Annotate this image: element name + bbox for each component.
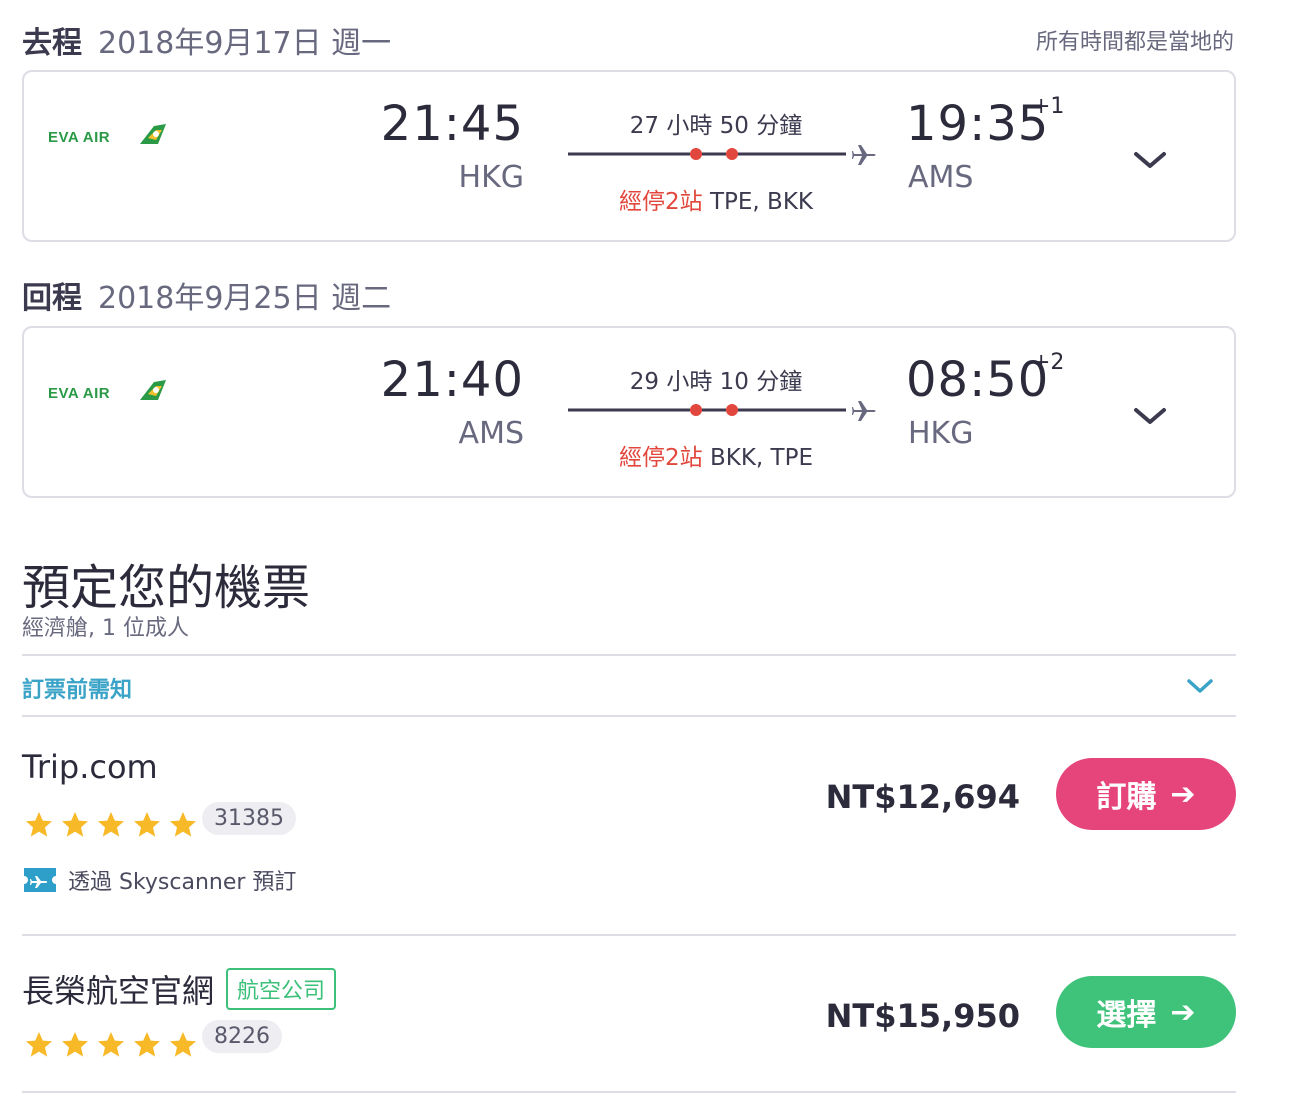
booking-subtitle: 經濟艙, 1 位成人	[22, 616, 189, 641]
inbound-flight-card[interactable]: EVA AIR 21:40 AMS 29 小時 10 分鐘 經停2站 BKK, …	[22, 326, 1236, 498]
plane-icon	[852, 145, 876, 165]
review-count[interactable]: 8226	[202, 1020, 282, 1053]
chevron-down-icon[interactable]	[1132, 404, 1168, 428]
chevron-down-icon[interactable]	[1186, 676, 1214, 696]
eva-air-logo: EVA AIR	[48, 124, 166, 146]
arrival-airport: AMS	[908, 160, 974, 195]
local-time-note: 所有時間都是當地的	[1035, 30, 1234, 55]
provider-name[interactable]: 長榮航空官網	[22, 966, 214, 1012]
star-icon	[98, 1032, 124, 1057]
divider	[22, 1091, 1236, 1093]
departure-airport: AMS	[458, 416, 524, 451]
booking-title: 預定您的機票	[22, 560, 311, 616]
outbound-date: 2018年9月17日 週一	[98, 26, 392, 61]
star-icon	[170, 1032, 196, 1057]
star-icon	[134, 812, 160, 837]
plane-icon	[852, 401, 876, 421]
review-count[interactable]: 31385	[202, 802, 296, 835]
stops-count: 經停2站	[619, 189, 703, 215]
via-text: 透過 Skyscanner 預訂	[68, 870, 297, 895]
arrival-time: 19:35	[906, 96, 1050, 152]
stops-count: 經停2站	[619, 445, 703, 471]
divider	[22, 934, 1236, 936]
star-icon	[170, 812, 196, 837]
outbound-heading: 去程 2018年9月17日 週一	[22, 18, 391, 62]
stops-airports: TPE, BKK	[702, 189, 813, 215]
day-offset: +1	[1032, 94, 1065, 119]
flight-duration: 27 小時 50 分鐘	[629, 113, 803, 139]
arrow-right-icon: ➔	[1170, 994, 1196, 1030]
provider-price: NT$15,950	[825, 997, 1020, 1035]
departure-airport: HKG	[458, 160, 524, 195]
arrival-time: 08:50	[906, 352, 1050, 408]
skyscanner-ticket-icon	[24, 868, 56, 892]
star-icon	[62, 1032, 88, 1057]
eva-air-logo: EVA AIR	[48, 380, 166, 402]
booking-notice-toggle[interactable]: 訂票前需知	[22, 672, 132, 704]
select-button[interactable]: 選擇 ➔	[1056, 976, 1236, 1048]
stops-airports: BKK, TPE	[702, 445, 813, 471]
inbound-label: 回程	[22, 281, 82, 316]
stops-info: 經停2站 BKK, TPE	[566, 438, 866, 472]
inbound-date: 2018年9月25日 週二	[98, 281, 392, 316]
star-icon	[62, 812, 88, 837]
svg-text:EVA AIR: EVA AIR	[48, 385, 110, 402]
outbound-flight-card[interactable]: EVA AIR 21:45 HKG 27 小時 50 分鐘 經停2站 TPE, …	[22, 70, 1236, 242]
svg-text:EVA AIR: EVA AIR	[48, 129, 110, 146]
star-icon	[26, 812, 52, 837]
rating-stars	[24, 810, 198, 840]
route-line	[568, 145, 876, 165]
route-line	[568, 401, 876, 421]
star-icon	[98, 812, 124, 837]
inbound-heading: 回程 2018年9月25日 週二	[22, 273, 391, 317]
stops-info: 經停2站 TPE, BKK	[566, 182, 866, 216]
airline-tag: 航空公司	[226, 968, 337, 1010]
via-skyscanner: 透過 Skyscanner 預訂	[24, 864, 296, 896]
outbound-label: 去程	[22, 26, 82, 61]
provider-price: NT$12,694	[825, 778, 1020, 816]
day-offset: +2	[1032, 350, 1065, 375]
flight-duration: 29 小時 10 分鐘	[629, 369, 803, 395]
star-icon	[134, 1032, 160, 1057]
divider	[22, 654, 1236, 656]
provider-name[interactable]: Trip.com	[22, 748, 158, 786]
rating-stars	[24, 1030, 198, 1060]
departure-time: 21:45	[380, 96, 524, 152]
select-button-label: 選擇	[1096, 998, 1157, 1033]
divider	[22, 715, 1236, 717]
departure-time: 21:40	[380, 352, 524, 408]
book-button-label: 訂購	[1096, 780, 1157, 815]
book-button[interactable]: 訂購 ➔	[1056, 758, 1236, 830]
arrival-airport: HKG	[908, 416, 974, 451]
arrow-right-icon: ➔	[1170, 776, 1196, 812]
chevron-down-icon[interactable]	[1132, 148, 1168, 172]
star-icon	[26, 1032, 52, 1057]
